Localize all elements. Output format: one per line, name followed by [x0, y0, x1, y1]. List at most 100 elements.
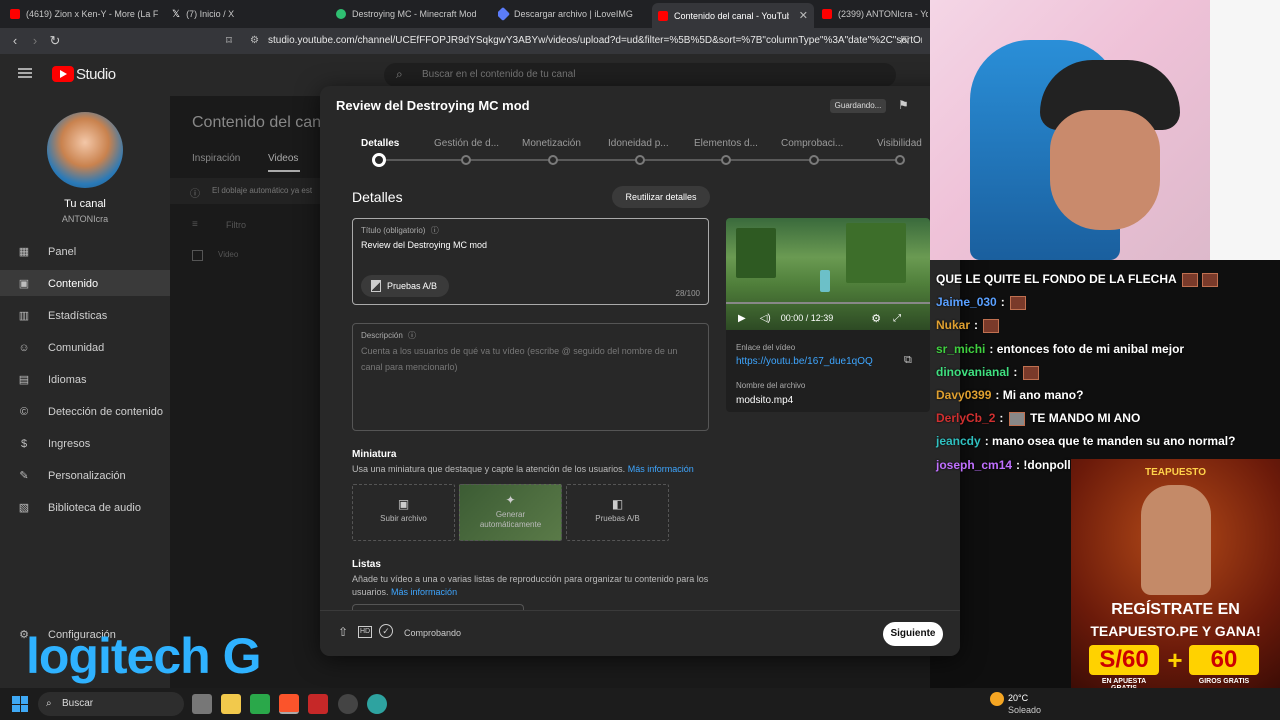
obs-icon[interactable] — [338, 694, 358, 714]
browser-tab[interactable]: (2399) ANTONIcra - YouT — [822, 4, 928, 24]
sidebar-item-languages[interactable]: ▤ Idiomas — [18, 374, 87, 386]
chat-username: dinovanianal — [936, 365, 1010, 379]
step-ad-suitability[interactable]: Idoneidad p... — [608, 138, 669, 149]
browser-tab[interactable]: Descargar archivo | iLoveIMG — [498, 4, 648, 24]
channel-name: ANTONIcra — [61, 214, 109, 224]
step-dot[interactable] — [548, 155, 558, 165]
more-info-link[interactable]: Más información — [628, 464, 694, 474]
taskbar-search[interactable]: ⌕ Buscar — [38, 692, 184, 716]
fullscreen-icon[interactable]: ⤢ — [893, 313, 901, 324]
step-details[interactable]: Detalles — [361, 138, 399, 149]
brave-browser-icon[interactable] — [279, 694, 299, 714]
help-icon[interactable]: ⓘ — [431, 226, 439, 235]
windows-start-icon[interactable] — [12, 696, 28, 712]
channel-search-input[interactable]: ⌕ Buscar en el contenido de tu canal — [384, 63, 896, 87]
more-info-link[interactable]: Más información — [391, 587, 457, 597]
stream-chat: QUE LE QUITE EL FONDO DE LA FLECHA Jaime… — [930, 255, 1280, 475]
task-view-icon[interactable] — [192, 694, 212, 714]
step-dot[interactable] — [635, 155, 645, 165]
ab-test-thumbnail-button[interactable]: ◧ Pruebas A/B — [566, 484, 669, 541]
playlists-heading: Listas — [352, 559, 381, 570]
auto-generate-label: Generar automáticamente — [479, 510, 542, 529]
description-placeholder: Cuenta a los usuarios de qué va tu vídeo… — [361, 346, 678, 372]
step-rights-management[interactable]: Gestión de d... — [434, 138, 499, 149]
sidebar-item-copyright[interactable]: © Detección de contenido — [18, 406, 163, 418]
title-field[interactable]: Título (obligatorio) ⓘ Review del Destro… — [352, 218, 709, 305]
filter-label[interactable]: Filtro — [226, 220, 246, 230]
copy-icon[interactable]: ⧉ — [904, 354, 912, 367]
sidebar-item-community[interactable]: ☺ Comunidad — [18, 342, 104, 354]
video-preview-panel: ▶ ◁) 00:00 / 12:39 ⚙ ⤢ Enlace del vídeo … — [726, 218, 930, 412]
settings-gear-icon[interactable]: ⚙ — [871, 312, 881, 325]
share-icon[interactable]: ⇱ — [896, 32, 914, 50]
select-all-checkbox[interactable] — [192, 250, 203, 261]
taskbar-search-label: Buscar — [62, 698, 94, 709]
tab-videos[interactable]: Videos — [268, 153, 298, 164]
title-input-value[interactable]: Review del Destroying MC mod — [361, 240, 487, 250]
step-dot[interactable] — [895, 155, 905, 165]
dashboard-icon: ▦ — [18, 246, 30, 258]
auto-generate-thumbnail-button[interactable]: ✦ Generar automáticamente — [459, 484, 562, 541]
tab-inspiration[interactable]: Inspiración — [192, 153, 240, 164]
step-dot[interactable] — [721, 155, 731, 165]
chat-message: jeancdy: mano osea que te manden su ano … — [936, 434, 1236, 448]
channel-avatar[interactable] — [47, 112, 123, 188]
close-tab-icon[interactable]: ✕ — [799, 9, 808, 22]
back-icon[interactable]: ‹ — [6, 32, 24, 50]
description-label: Descripción ⓘ — [361, 330, 416, 341]
step-dot-active[interactable] — [372, 153, 386, 167]
sidebar-item-audio-library[interactable]: ▧ Biblioteca de audio — [18, 502, 141, 514]
browser-toolbar: ‹ › ↻ ⌑ ⚙ studio.youtube.com/channel/UCE… — [0, 28, 930, 54]
step-visibility[interactable]: Visibilidad — [877, 138, 922, 149]
video-progress-track[interactable] — [726, 302, 930, 304]
sidebar-item-content[interactable]: ▣ Contenido — [18, 278, 98, 290]
store-icon[interactable] — [250, 694, 270, 714]
sidebar-item-panel[interactable]: ▦ Panel — [18, 246, 76, 258]
step-dot[interactable] — [461, 155, 471, 165]
search-icon: ⌕ — [46, 698, 52, 709]
next-button[interactable]: Siguiente — [883, 622, 943, 646]
app-icon[interactable] — [367, 694, 387, 714]
file-explorer-icon[interactable] — [221, 694, 241, 714]
app-icon[interactable] — [308, 694, 328, 714]
video-link[interactable]: https://youtu.be/167_due1qOQ — [736, 356, 873, 367]
play-icon[interactable]: ▶ — [738, 313, 746, 324]
page-title: Contenido del canal — [192, 114, 334, 131]
sidebar-item-earn[interactable]: $ Ingresos — [18, 438, 90, 450]
menu-icon[interactable] — [18, 68, 32, 78]
weather-temp[interactable]: 20°C — [1008, 693, 1028, 703]
address-bar[interactable]: ⚙ studio.youtube.com/channel/UCEfFFOPJR9… — [246, 31, 922, 51]
browser-tab[interactable]: 𝕏 (7) Inicio / X — [172, 4, 322, 24]
feedback-icon[interactable]: ⚑ — [898, 98, 909, 112]
step-dot[interactable] — [809, 155, 819, 165]
ad-brand: TEAPUESTO — [1145, 467, 1206, 478]
sidebar-item-label: Personalización — [48, 470, 126, 482]
step-monetization[interactable]: Monetización — [522, 138, 581, 149]
sidebar-item-analytics[interactable]: ▥ Estadísticas — [18, 310, 108, 322]
upload-thumbnail-button[interactable]: ▣ Subir archivo — [352, 484, 455, 541]
step-video-elements[interactable]: Elementos d... — [694, 138, 758, 149]
thumbnail-description-text: Usa una miniatura que destaque y capte l… — [352, 464, 626, 474]
step-checks[interactable]: Comprobaci... — [781, 138, 843, 149]
reuse-details-button[interactable]: Reutilizar detalles — [612, 186, 710, 208]
help-icon[interactable]: ⓘ — [408, 331, 416, 340]
site-info-icon[interactable]: ⚙ — [250, 31, 259, 51]
chat-username: jeancdy — [936, 434, 981, 448]
browser-tab[interactable]: Destroying MC - Minecraft Mod — [336, 4, 486, 24]
forward-icon[interactable]: › — [26, 32, 44, 50]
upload-icon: ⇧ — [338, 625, 349, 639]
sidebar-item-customization[interactable]: ✎ Personalización — [18, 470, 126, 482]
description-field[interactable]: Descripción ⓘ Cuenta a los usuarios de q… — [352, 323, 709, 431]
weather-desc[interactable]: Soleado — [1008, 705, 1041, 715]
bookmark-icon[interactable]: ⌑ — [220, 32, 238, 50]
ad-person — [1141, 485, 1211, 595]
ab-test-button[interactable]: Pruebas A/B — [361, 275, 449, 297]
reload-icon[interactable]: ↻ — [46, 32, 64, 50]
browser-tab-active[interactable]: Contenido del canal - YouTube S ✕ — [652, 3, 814, 28]
weather-icon[interactable] — [990, 692, 1004, 706]
volume-icon[interactable]: ◁) — [760, 313, 771, 324]
filter-icon[interactable]: ≡ — [192, 219, 198, 230]
chat-message: DerlyCb_2: TE MANDO MI ANO — [936, 411, 1141, 426]
browser-tab[interactable]: (4619) Zion x Ken-Y - More (La F — [10, 4, 160, 24]
ad-amount-1: S/60 — [1089, 645, 1159, 675]
